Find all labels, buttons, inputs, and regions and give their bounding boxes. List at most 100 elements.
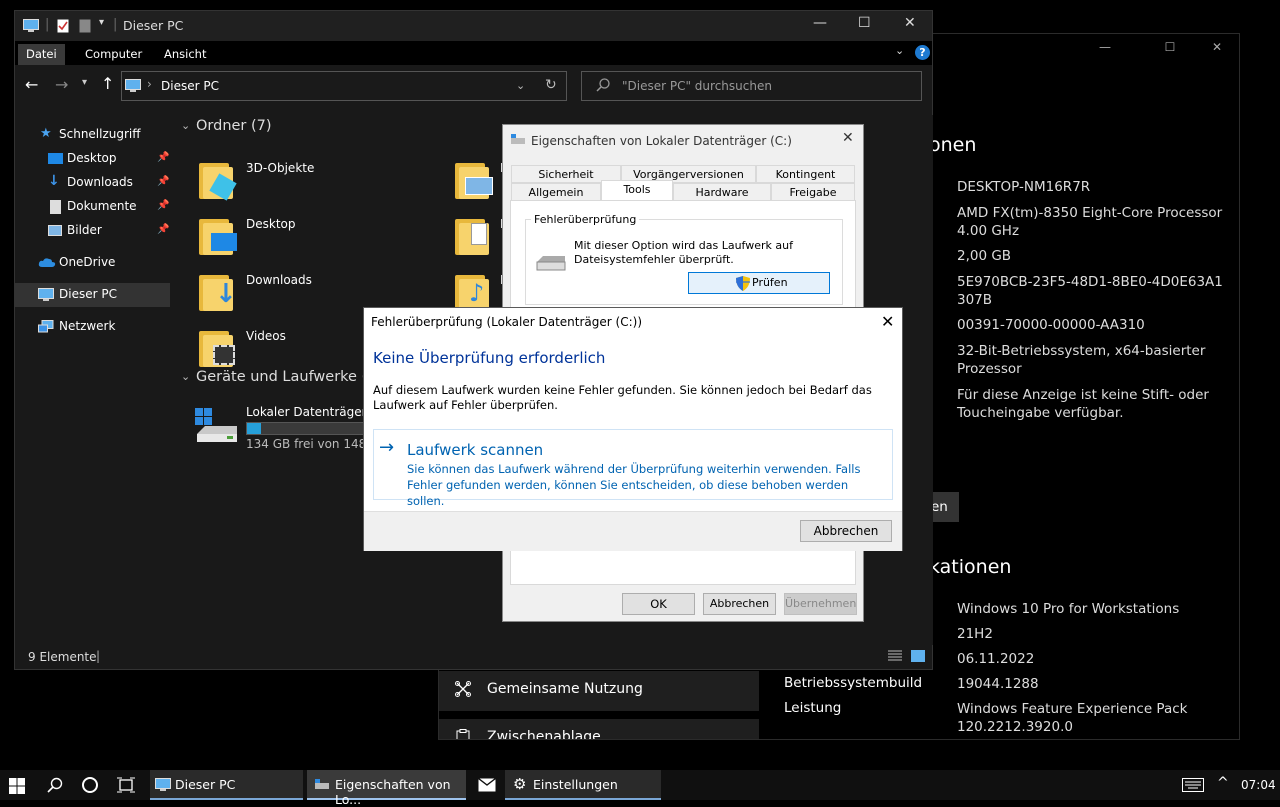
folder-downloads-icon: ↓: [199, 271, 237, 311]
separator: |: [96, 649, 101, 663]
address-dropdown-icon[interactable]: ⌄: [516, 79, 525, 92]
settings-close-button[interactable]: ✕: [1194, 40, 1239, 60]
scan-drive-link[interactable]: → Laufwerk scannen Sie können das Laufwe…: [373, 429, 893, 508]
search-icon: [596, 78, 610, 92]
pin-icon[interactable]: 📌: [157, 200, 169, 211]
share-icon: [455, 681, 471, 697]
document-icon: [50, 200, 61, 214]
ribbon-tab-computer[interactable]: Computer: [77, 44, 150, 65]
nav-quick-access-label: Schnellzugriff: [59, 127, 141, 141]
pin-icon[interactable]: 📌: [157, 176, 169, 187]
folders-group-header[interactable]: Ordner (7): [196, 118, 272, 134]
cortana-icon[interactable]: [82, 777, 98, 793]
collapse-chevron-icon[interactable]: ⌄: [181, 119, 190, 132]
settings-nav-shared[interactable]: Gemeinsame Nutzung: [439, 671, 759, 711]
nav-documents[interactable]: Dokumente 📌: [15, 195, 173, 219]
nav-desktop[interactable]: Desktop 📌: [15, 147, 173, 171]
this-pc-icon: [38, 288, 54, 302]
scan-drive-description: Sie können das Laufwerk während der Über…: [407, 462, 861, 508]
ok-button[interactable]: OK: [622, 593, 695, 615]
properties-close-button[interactable]: ✕: [842, 130, 854, 146]
explorer-maximize-button[interactable]: ☐: [858, 15, 871, 31]
windows-start-icon[interactable]: [9, 778, 25, 794]
pin-icon[interactable]: 📌: [157, 224, 169, 235]
spec-edition: Windows 10 Pro for Workstations: [957, 601, 1180, 617]
folder-desktop-icon: [199, 215, 237, 255]
device-specs-heading: onen: [929, 134, 977, 156]
help-icon[interactable]: ?: [915, 45, 930, 60]
tab-kontingent[interactable]: Kontingent: [756, 165, 855, 183]
separator: |: [113, 17, 118, 32]
breadcrumb-chevron-icon[interactable]: ›: [147, 77, 152, 91]
ribbon-tab-ansicht[interactable]: Ansicht: [156, 44, 214, 65]
tab-freigabe[interactable]: Freigabe: [771, 183, 855, 201]
ribbon-tab-datei[interactable]: Datei: [18, 44, 65, 65]
nav-pictures[interactable]: Bilder 📌: [15, 219, 173, 243]
uac-shield-icon: [736, 276, 750, 291]
breadcrumb-this-pc[interactable]: Dieser PC: [161, 79, 219, 93]
taskbar-item-settings[interactable]: ⚙ Einstellungen: [505, 770, 661, 800]
download-arrow-icon: ↓: [48, 173, 60, 189]
scan-drive-title: Laufwerk scannen: [407, 441, 544, 459]
details-view-icon[interactable]: [888, 650, 902, 662]
spec-device-name: DESKTOP-NM16R7R: [957, 179, 1091, 195]
address-bar[interactable]: › Dieser PC ⌄ ↻: [121, 71, 567, 101]
forward-arrow-icon[interactable]: →: [55, 75, 68, 94]
pin-icon[interactable]: 📌: [157, 152, 169, 163]
back-arrow-icon[interactable]: ←: [25, 75, 38, 94]
settings-maximize-button[interactable]: ☐: [1147, 40, 1193, 60]
nav-downloads[interactable]: ↓ Downloads 📌: [15, 171, 173, 195]
drives-group-header[interactable]: Geräte und Laufwerke (2): [196, 369, 382, 385]
drive-c-icon: [195, 408, 239, 444]
up-arrow-icon[interactable]: ↑: [101, 74, 114, 93]
status-bar: 9 Elemente |: [15, 643, 932, 669]
folder-desktop-label[interactable]: Desktop: [246, 217, 296, 231]
tab-tools[interactable]: Tools: [601, 180, 673, 200]
nav-downloads-label: Downloads: [67, 175, 133, 189]
nav-quick-access[interactable]: ★ Schnellzugriff: [15, 123, 173, 147]
chevron-up-icon[interactable]: ^: [1217, 775, 1229, 791]
task-view-icon[interactable]: [117, 777, 135, 793]
settings-nav-clipboard[interactable]: Zwischenablage: [439, 719, 759, 739]
error-check-heading: Fehlerüberprüfung: [531, 213, 640, 226]
taskbar: Dieser PC Eigenschaften von Lo... ⚙ Eins…: [0, 770, 1280, 807]
nav-this-pc[interactable]: Dieser PC: [15, 283, 170, 307]
customize-quick-access-icon[interactable]: ▾: [99, 17, 104, 28]
explorer-close-button[interactable]: ✕: [904, 15, 916, 31]
check-now-button[interactable]: Prüfen: [688, 272, 830, 294]
collapse-chevron-icon[interactable]: ⌄: [181, 370, 190, 383]
properties-title: Eigenschaften von Lokaler Datenträger (C…: [531, 134, 792, 148]
new-folder-quick-icon[interactable]: [79, 19, 91, 33]
tiles-view-icon[interactable]: [911, 650, 925, 662]
nav-onedrive[interactable]: OneDrive: [15, 251, 173, 275]
nav-network[interactable]: Netzwerk: [15, 315, 173, 339]
taskbar-item-properties-label: Eigenschaften von Lo...: [335, 777, 451, 807]
mail-icon[interactable]: [478, 778, 496, 792]
tab-hardware[interactable]: Hardware: [673, 183, 771, 201]
ribbon-expand-icon[interactable]: ⌄: [895, 44, 904, 57]
explorer-minimize-button[interactable]: —: [813, 15, 827, 31]
taskbar-item-explorer[interactable]: Dieser PC: [150, 770, 303, 800]
refresh-icon[interactable]: ↻: [545, 77, 557, 93]
keyboard-icon[interactable]: [1182, 778, 1204, 792]
props-cancel-button[interactable]: Abbrechen: [703, 593, 776, 615]
gear-icon: ⚙: [513, 775, 527, 793]
taskbar-item-properties[interactable]: Eigenschaften von Lo...: [307, 770, 466, 807]
folder-videos-label[interactable]: Videos: [246, 329, 286, 343]
search-icon[interactable]: [47, 777, 63, 793]
tab-allgemein[interactable]: Allgemein: [511, 183, 601, 201]
folder-downloads-label[interactable]: Downloads: [246, 273, 312, 287]
spec-processor: AMD FX(tm)-8350 Eight-Core Processor 4.0…: [957, 205, 1223, 239]
error-check-close-button[interactable]: ✕: [881, 312, 894, 331]
nav-network-label: Netzwerk: [59, 319, 116, 333]
folder-3d-objects-label[interactable]: 3D-Objekte: [246, 161, 314, 175]
search-box[interactable]: "Dieser PC" durchsuchen: [581, 71, 922, 101]
settings-minimize-button[interactable]: —: [1082, 40, 1128, 60]
recent-locations-icon[interactable]: ▾: [82, 77, 87, 88]
clock[interactable]: 07:04: [1241, 778, 1276, 792]
apply-button[interactable]: Übernehmen: [784, 593, 857, 615]
error-check-cancel-button[interactable]: Abbrechen: [800, 520, 892, 542]
explorer-titlebar[interactable]: | ▾ | Dieser PC — ☐ ✕: [15, 11, 932, 41]
spec-version: 21H2: [957, 626, 993, 642]
properties-quick-icon[interactable]: [57, 19, 69, 33]
